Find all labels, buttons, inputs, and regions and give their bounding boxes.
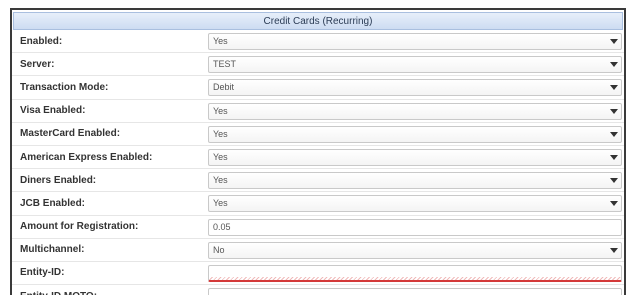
entity-id-label: Entity-ID: [20, 267, 65, 279]
form-row-multichannel: Multichannel: No [12, 238, 624, 262]
amex-enabled-select[interactable]: Yes [208, 148, 622, 166]
entity-id-moto-input[interactable] [208, 288, 622, 295]
multichannel-select[interactable]: No [208, 241, 622, 259]
form-row-diners-enabled: Diners Enabled: Yes [12, 169, 624, 193]
section-header: Credit Cards (Recurring) [13, 12, 623, 30]
enabled-select[interactable]: Yes [208, 33, 622, 50]
form-row-mastercard-enabled: MasterCard Enabled: Yes [12, 123, 624, 146]
chevron-down-icon[interactable] [607, 57, 621, 72]
amount-registration-label: Amount for Registration: [20, 221, 139, 233]
chevron-down-icon[interactable] [607, 196, 621, 211]
chevron-down-icon[interactable] [607, 34, 621, 49]
chevron-down-icon[interactable] [607, 127, 621, 142]
mastercard-enabled-select[interactable]: Yes [208, 125, 622, 143]
form-row-entity-id-moto: Entity-ID MOTO: [12, 285, 624, 295]
amex-enabled-label: American Express Enabled: [20, 151, 153, 163]
credit-cards-recurring-panel: Credit Cards (Recurring) Enabled: Yes Se… [10, 8, 626, 295]
server-select[interactable]: TEST [208, 56, 622, 74]
chevron-down-icon[interactable] [607, 243, 621, 258]
form-row-transaction-mode: Transaction Mode: Debit [12, 76, 624, 100]
transaction-mode-value: Debit [213, 82, 235, 93]
enabled-value: Yes [213, 36, 228, 46]
server-label: Server: [20, 58, 55, 70]
server-value: TEST [213, 59, 237, 70]
jcb-enabled-value: Yes [213, 198, 228, 209]
jcb-enabled-select[interactable]: Yes [208, 195, 622, 213]
diners-enabled-select[interactable]: Yes [208, 172, 622, 190]
entity-id-moto-label: Entity-ID MOTO: [20, 285, 97, 295]
form-row-server: Server: TEST [12, 53, 624, 77]
form-row-amount-registration: Amount for Registration: 0.05 [12, 216, 624, 239]
visa-enabled-select[interactable]: Yes [208, 102, 622, 120]
entity-id-input[interactable] [208, 264, 622, 282]
amount-registration-value: 0.05 [213, 221, 231, 232]
mastercard-enabled-value: Yes [213, 128, 228, 139]
amex-enabled-value: Yes [213, 151, 228, 162]
form-row-jcb-enabled: JCB Enabled: Yes [12, 192, 624, 216]
diners-enabled-value: Yes [213, 175, 228, 186]
form-row-enabled: Enabled: Yes [12, 30, 624, 54]
multichannel-value: No [213, 244, 225, 255]
visa-enabled-label: Visa Enabled: [20, 105, 86, 117]
visa-enabled-value: Yes [213, 105, 228, 116]
mastercard-enabled-label: MasterCard Enabled: [20, 128, 121, 140]
amount-registration-input[interactable]: 0.05 [208, 218, 622, 236]
transaction-mode-label: Transaction Mode: [20, 81, 109, 93]
form-row-amex-enabled: American Express Enabled: Yes [12, 145, 624, 170]
multichannel-label: Multichannel: [20, 244, 85, 256]
chevron-down-icon[interactable] [607, 173, 621, 188]
transaction-mode-select[interactable]: Debit [208, 79, 622, 97]
diners-enabled-label: Diners Enabled: [20, 174, 97, 186]
chevron-down-icon[interactable] [607, 104, 621, 119]
form-row-visa-enabled: Visa Enabled: Yes [12, 99, 624, 123]
form-row-entity-id: Entity-ID: [12, 262, 624, 286]
enabled-label: Enabled: [20, 35, 63, 47]
chevron-down-icon[interactable] [607, 80, 621, 95]
jcb-enabled-label: JCB Enabled: [20, 197, 86, 209]
chevron-down-icon[interactable] [607, 150, 621, 165]
